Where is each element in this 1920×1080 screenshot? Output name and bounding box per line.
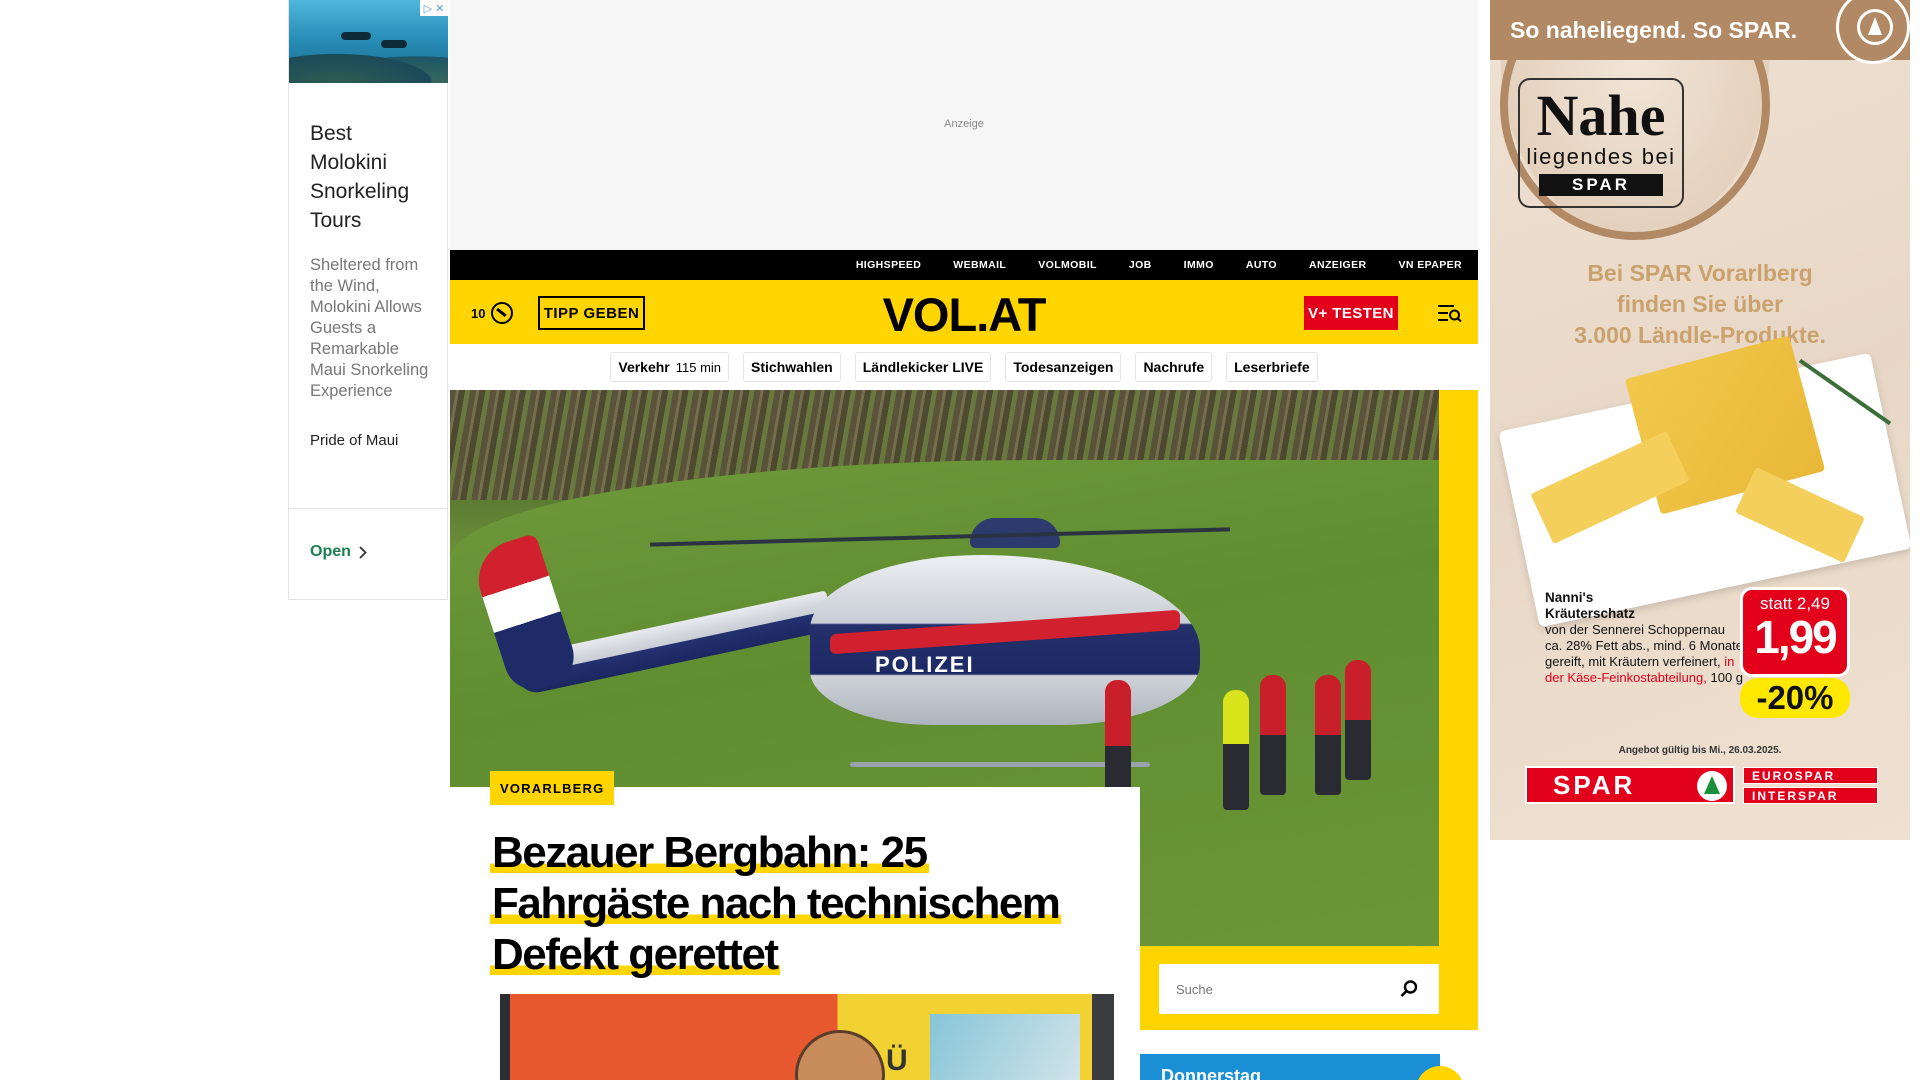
helicopter-label: POLIZEI	[875, 652, 975, 677]
spar-logo-text: SPAR	[1553, 769, 1636, 800]
promo-line-3: 3.000 Ländle-Produkte.	[1574, 322, 1826, 348]
quicknav-nachrufe[interactable]: Nachrufe	[1136, 353, 1212, 381]
quicknav-laendlekicker[interactable]: Ländlekicker LIVE	[855, 353, 991, 381]
ad-label: Anzeige	[944, 118, 984, 130]
quick-nav: Verkehr 115 min Stichwahlen Ländlekicker…	[450, 344, 1478, 390]
spar-tree-logo-icon	[1697, 771, 1727, 801]
top-links-bar: HIGHSPEED WEBMAIL VOLMOBIL JOB IMMO AUTO…	[450, 250, 1478, 280]
hero-accent	[1439, 390, 1478, 1030]
price-badge: statt 2,49 1,99	[1740, 587, 1850, 677]
product-name-2: Kräuterschatz	[1545, 606, 1636, 621]
ad-title[interactable]: Best Molokini Snorkeling Tours	[310, 119, 431, 235]
spar-ad[interactable]: So naheliegend. So SPAR. Nahe liegendes …	[1490, 0, 1910, 840]
discount-badge: -20%	[1740, 678, 1850, 718]
top-link-vn-epaper[interactable]: VN EPAPER	[1398, 259, 1462, 271]
nahe-small: liegendes bei	[1526, 144, 1676, 169]
new-price: 1,99	[1754, 611, 1838, 663]
adchoices-icon[interactable]: ▷ ✕	[420, 0, 448, 16]
sun-icon	[1416, 1066, 1464, 1080]
quicknav-traffic[interactable]: Verkehr 115 min	[611, 353, 729, 381]
ad-open-button[interactable]: Open	[310, 543, 367, 561]
top-link-volmobil[interactable]: VOLMOBIL	[1038, 259, 1097, 271]
product-text: Nanni's Kräuterschatz von der Sennerei S…	[1545, 590, 1745, 686]
divider	[289, 508, 447, 509]
v-plus-test-button[interactable]: V+ TESTEN	[1304, 296, 1398, 330]
nahe-brand: SPAR	[1539, 174, 1663, 196]
promo-line-2: finden Sie über	[1616, 291, 1784, 317]
next-article-image[interactable]: Ü	[500, 994, 1114, 1080]
nahe-badge: Nahe liegendes bei SPAR	[1518, 78, 1684, 208]
interspar-logo: INTERSPAR	[1743, 787, 1878, 804]
left-ad[interactable]: ▷ ✕ Best Molokini Snorkeling Tours Shelte…	[288, 0, 448, 600]
ad-description: Sheltered from the Wind, Molokini Allows…	[310, 256, 429, 400]
quicknav-traffic-label: Verkehr	[618, 359, 670, 375]
billboard-letter: Ü	[886, 1044, 908, 1077]
top-link-highspeed[interactable]: HIGHSPEED	[856, 259, 921, 271]
article-headline[interactable]: Bezauer Bergbahn: 25 Fahrgäste nach tech…	[490, 827, 1130, 980]
top-link-auto[interactable]: AUTO	[1246, 259, 1277, 271]
promo-line-1: Bei SPAR Vorarlberg	[1587, 260, 1813, 286]
site-header: 10 TIPP GEBEN VOL.AT V+ TESTEN	[450, 280, 1478, 344]
weather-widget[interactable]: Donnerstag	[1140, 1054, 1464, 1080]
top-link-anzeiger[interactable]: ANZEIGER	[1309, 259, 1366, 271]
offer-validity: Angebot gültig bis Mi., 26.03.2025.	[1618, 745, 1782, 756]
product-weight: 100 g	[1710, 670, 1744, 685]
quicknav-stichwahlen[interactable]: Stichwahlen	[744, 353, 840, 381]
ad-image[interactable]: ▷ ✕	[289, 0, 448, 83]
ad-open-label: Open	[310, 543, 351, 560]
product-name-1: Nanni's	[1545, 590, 1594, 605]
article-teaser[interactable]: VORARLBERG Bezauer Bergbahn: 25 Fahrgäst…	[450, 771, 1140, 1080]
article-headline-text: Bezauer Bergbahn: 25 Fahrgäste nach tech…	[490, 828, 1062, 979]
quicknav-todesanzeigen[interactable]: Todesanzeigen	[1006, 353, 1121, 381]
top-ad-slot: Anzeige	[450, 0, 1478, 250]
search-input[interactable]	[1176, 981, 1396, 997]
menu-search-icon[interactable]	[1438, 304, 1462, 322]
top-link-webmail[interactable]: WEBMAIL	[953, 259, 1006, 271]
product-desc: von der Sennerei Schoppernau ca. 28% Fet…	[1545, 622, 1743, 669]
top-link-immo[interactable]: IMMO	[1184, 259, 1214, 271]
quicknav-traffic-minutes: 115 min	[675, 359, 722, 375]
article-kicker[interactable]: VORARLBERG	[490, 771, 615, 805]
spar-logo: SPAR	[1525, 766, 1735, 804]
top-link-job[interactable]: JOB	[1129, 259, 1152, 271]
search-box[interactable]	[1159, 964, 1439, 1014]
ad-brand: Pride of Maui	[310, 432, 399, 449]
chevron-right-icon	[359, 545, 367, 559]
search-icon[interactable]	[1399, 979, 1419, 999]
spar-promo-text: Bei SPAR Vorarlberg finden Sie über 3.00…	[1490, 258, 1910, 351]
eurospar-logo: EUROSPAR	[1743, 767, 1878, 784]
weather-day: Donnerstag	[1161, 1066, 1262, 1080]
nahe-big: Nahe	[1536, 83, 1666, 148]
quicknav-leserbriefe[interactable]: Leserbriefe	[1227, 353, 1317, 381]
